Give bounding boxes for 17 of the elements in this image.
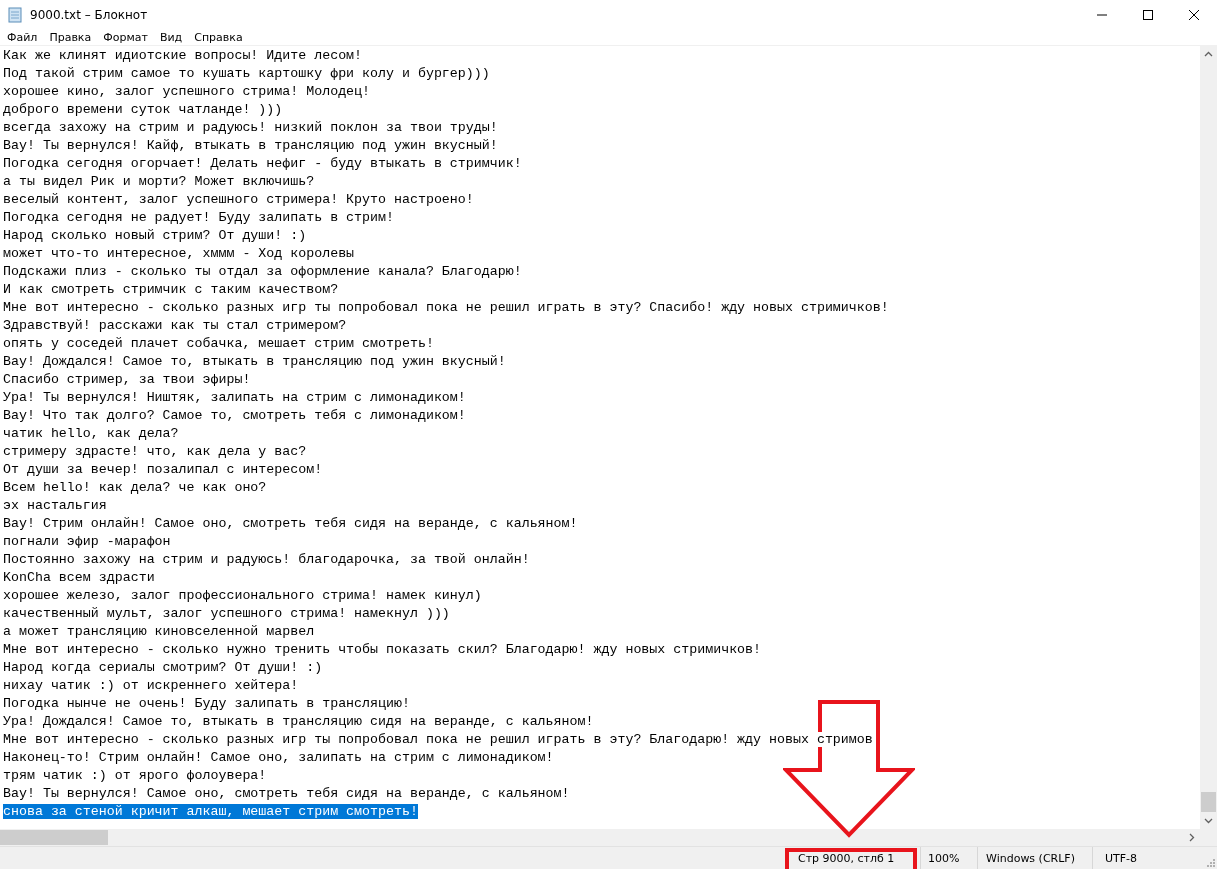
scrollbar-thumb[interactable] <box>1201 792 1216 812</box>
scrollbar-thumb[interactable] <box>0 830 108 845</box>
horizontal-scrollbar[interactable] <box>0 829 1200 846</box>
menu-item[interactable]: Правка <box>44 31 99 44</box>
zoom-level: 100% <box>920 847 977 869</box>
cursor-position: Стр 9000, стлб 1 <box>798 851 895 865</box>
close-icon <box>1189 10 1199 20</box>
maximize-icon <box>1143 10 1153 20</box>
window-title: 9000.txt – Блокнот <box>30 8 148 22</box>
line-endings: Windows (CRLF) <box>977 847 1092 869</box>
menu-item[interactable]: Формат <box>98 31 155 44</box>
menu-item[interactable]: Файл <box>2 31 45 44</box>
menu-item[interactable]: Справка <box>189 31 250 44</box>
vertical-scrollbar[interactable] <box>1200 46 1217 829</box>
notepad-icon <box>7 7 23 23</box>
menu-item[interactable]: Вид <box>154 31 190 44</box>
resize-grip-icon[interactable] <box>1205 857 1215 867</box>
